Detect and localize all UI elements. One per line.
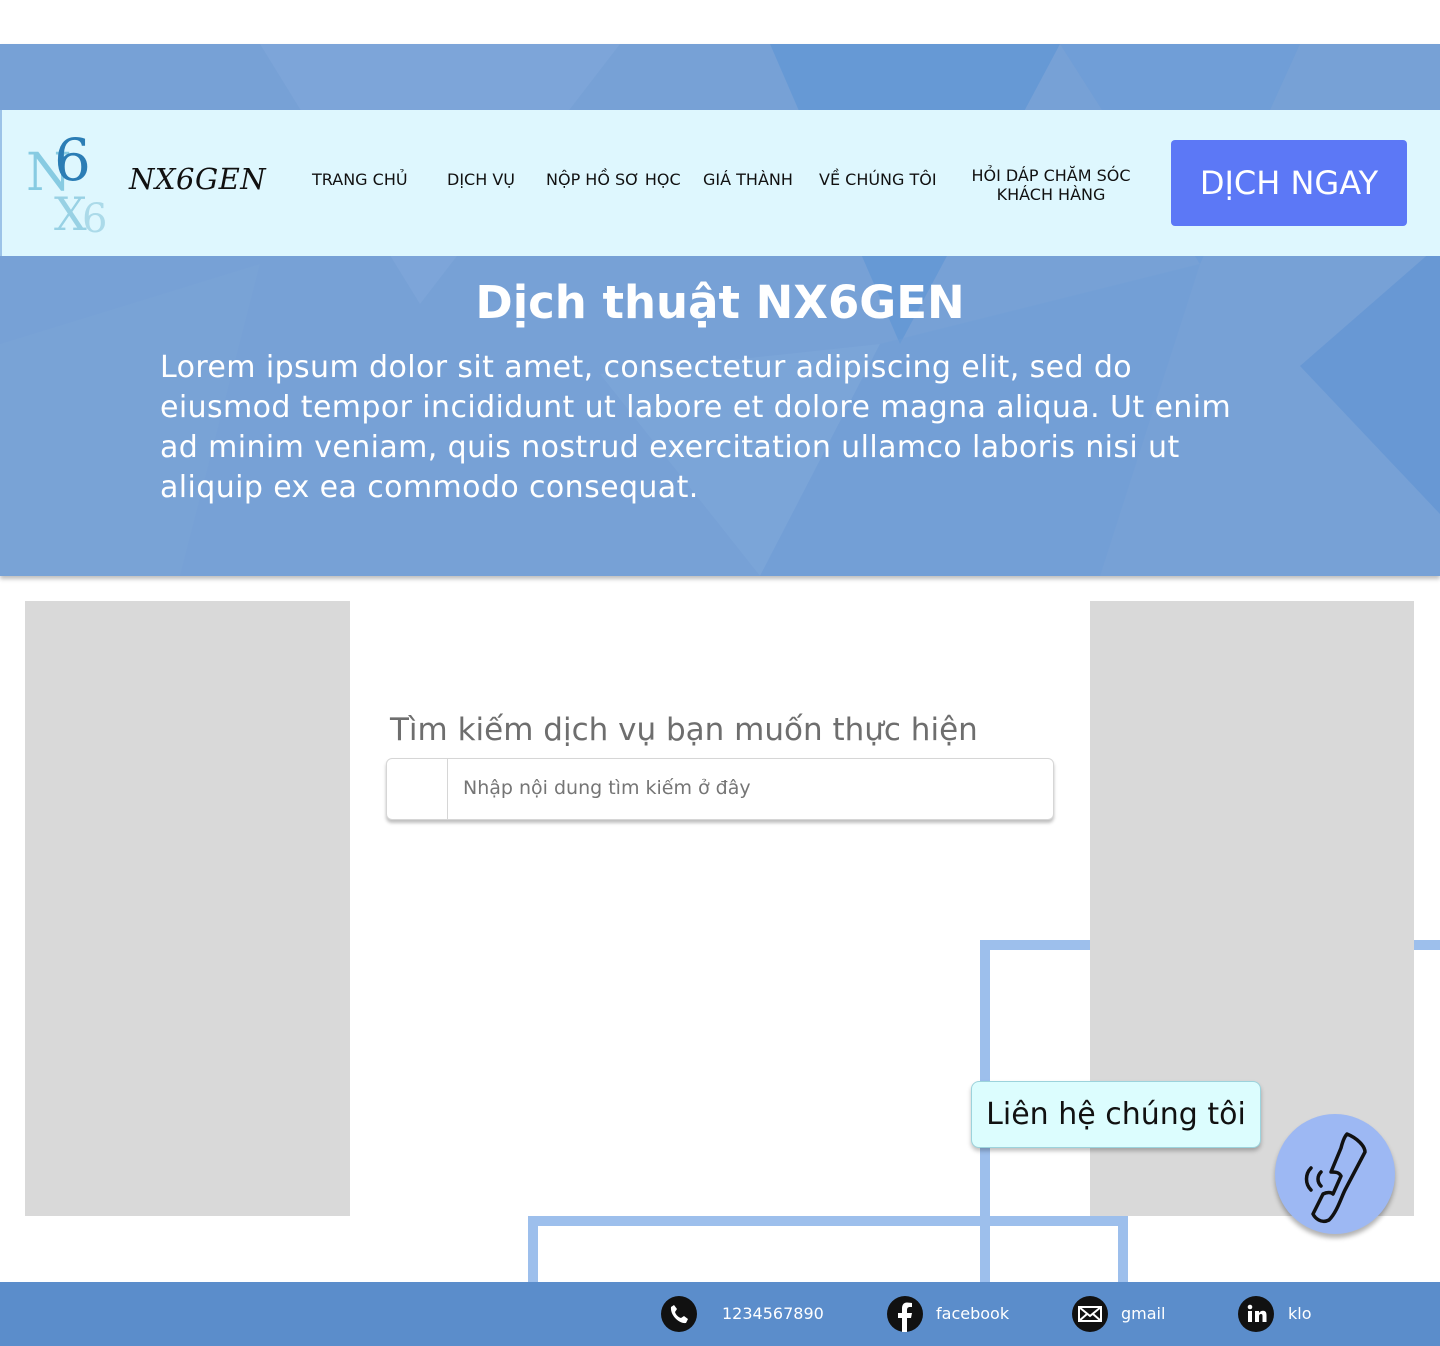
facebook-icon bbox=[887, 1296, 923, 1332]
phone-icon bbox=[661, 1296, 697, 1332]
search-input[interactable] bbox=[463, 777, 1023, 799]
footer-phone-link[interactable]: 1234567890 bbox=[661, 1296, 841, 1332]
nav-item-submit-documents[interactable]: NỘP HỒ SƠ HỌC bbox=[546, 170, 681, 189]
nav-item-about[interactable]: VỀ CHÚNG TÔI bbox=[819, 170, 937, 189]
footer: 1234567890 facebook gmail klo bbox=[0, 1282, 1440, 1346]
footer-linkedin-link[interactable]: klo bbox=[1238, 1296, 1328, 1332]
footer-phone-label: 1234567890 bbox=[722, 1304, 824, 1323]
footer-linkedin-label: klo bbox=[1288, 1304, 1312, 1323]
footer-facebook-label: facebook bbox=[936, 1304, 1010, 1323]
decor-line bbox=[1414, 940, 1440, 950]
decor-line bbox=[980, 940, 1090, 950]
decor-line bbox=[528, 1216, 538, 1282]
footer-gmail-label: gmail bbox=[1121, 1304, 1166, 1323]
hero-description: Lorem ipsum dolor sit amet, consectetur … bbox=[160, 350, 1232, 505]
nav-item-home[interactable]: TRANG CHỦ bbox=[312, 170, 408, 189]
phone-call-icon bbox=[1304, 1132, 1367, 1224]
search-bar[interactable] bbox=[386, 758, 1054, 820]
translate-now-button[interactable]: DỊCH NGAY bbox=[1171, 140, 1407, 226]
left-image-placeholder bbox=[25, 601, 350, 1216]
nav-item-pricing[interactable]: GIÁ THÀNH bbox=[703, 170, 793, 189]
svg-text:6: 6 bbox=[82, 196, 107, 240]
logo-icon[interactable]: N 6 X 6 bbox=[24, 132, 120, 240]
navbar: N 6 X 6 NX6GEN TRANG CHỦ DỊCH VỤ NỘP HỒ … bbox=[0, 110, 1440, 256]
decor-line bbox=[528, 1216, 1128, 1226]
nav-item-services[interactable]: DỊCH VỤ bbox=[447, 170, 515, 189]
brand-name[interactable]: NX6GEN bbox=[129, 162, 266, 196]
footer-facebook-link[interactable]: facebook bbox=[887, 1296, 1027, 1332]
search-icon[interactable] bbox=[387, 759, 448, 819]
contact-us-bubble[interactable]: Liên hệ chúng tôi bbox=[971, 1081, 1261, 1148]
nav-item-faq-support[interactable]: HỎI DÁP CHĂM SÓC KHÁCH HÀNG bbox=[965, 166, 1137, 204]
mail-icon bbox=[1072, 1296, 1108, 1332]
hero-title: Dịch thuật NX6GEN bbox=[475, 276, 965, 329]
phone-call-button[interactable] bbox=[1275, 1114, 1395, 1234]
svg-text:6: 6 bbox=[54, 132, 91, 194]
footer-gmail-link[interactable]: gmail bbox=[1072, 1296, 1182, 1332]
search-heading: Tìm kiếm dịch vụ bạn muốn thực hiện bbox=[390, 712, 978, 748]
decor-line bbox=[1118, 1216, 1128, 1282]
linkedin-icon bbox=[1238, 1296, 1274, 1332]
